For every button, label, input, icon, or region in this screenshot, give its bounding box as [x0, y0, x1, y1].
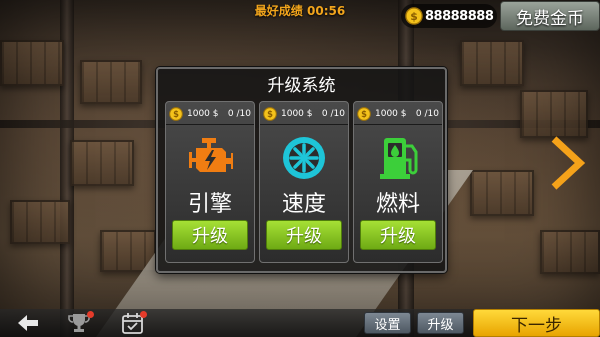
upgrade-name: 燃料 [375, 192, 420, 217]
upgrade-fuel-button[interactable]: 升级 [360, 220, 436, 250]
price-row: $ 1000 $ 0 /10 [263, 106, 347, 122]
upgrade-speed-button[interactable]: 升级 [266, 220, 342, 250]
price-row: $ 1000 $ 0 /10 [357, 106, 441, 122]
divider [354, 124, 442, 125]
upgrade-name: 引擎 [187, 192, 232, 217]
upgrade-cost: 1000 $ [281, 109, 313, 119]
free-coins-button[interactable]: 免费金币 [500, 1, 600, 31]
upgrade-level: 0 /10 [227, 109, 251, 119]
upgrade-level: 0 /10 [321, 109, 345, 119]
upgrade-panel: 升级系统 $ 1000 $ 0 /10 引擎 升级 $ 1000 $ 0 /10… [156, 67, 447, 273]
upgrade-card-engine: $ 1000 $ 0 /10 引擎 升级 [165, 101, 255, 263]
upgrade-engine-button[interactable]: 升级 [172, 220, 248, 250]
settings-button[interactable]: 设置 [364, 312, 411, 334]
coin-icon: $ [405, 7, 423, 25]
engine-icon [189, 138, 233, 172]
fuel-pump-icon [380, 138, 418, 179]
back-arrow-icon[interactable] [14, 311, 40, 335]
upgrade-cost: 1000 $ [375, 109, 407, 119]
upgrade-cost: 1000 $ [187, 109, 219, 119]
coin-count: 88888888 [425, 8, 494, 24]
upgrade-tab-button[interactable]: 升级 [417, 312, 464, 334]
upgrade-name: 速度 [281, 192, 326, 217]
upgrade-card-speed: $ 1000 $ 0 /10 速度 升级 [259, 101, 349, 263]
coin-icon: $ [357, 107, 371, 121]
upgrade-level: 0 /10 [415, 109, 439, 119]
best-score-label: 最好成绩 [254, 4, 303, 18]
next-step-button[interactable]: 下一步 [473, 309, 600, 337]
upgrade-card-fuel: $ 1000 $ 0 /10 燃料 升级 [353, 101, 443, 263]
svg-text:$: $ [361, 109, 367, 119]
price-row: $ 1000 $ 0 /10 [169, 106, 253, 122]
chevron-right-icon[interactable] [546, 135, 586, 191]
panel-title: 升级系统 [267, 76, 336, 96]
svg-text:$: $ [410, 10, 418, 23]
coin-balance: $ 88888888 [401, 4, 497, 28]
divider [260, 124, 348, 125]
svg-text:$: $ [267, 109, 273, 119]
best-score-time: 00:56 [307, 4, 346, 18]
coin-icon: $ [169, 107, 183, 121]
wheel-icon [283, 137, 325, 179]
notification-dot [87, 311, 94, 318]
notification-dot [140, 311, 147, 318]
divider [166, 124, 254, 125]
coin-icon: $ [263, 107, 277, 121]
svg-text:$: $ [173, 109, 179, 119]
